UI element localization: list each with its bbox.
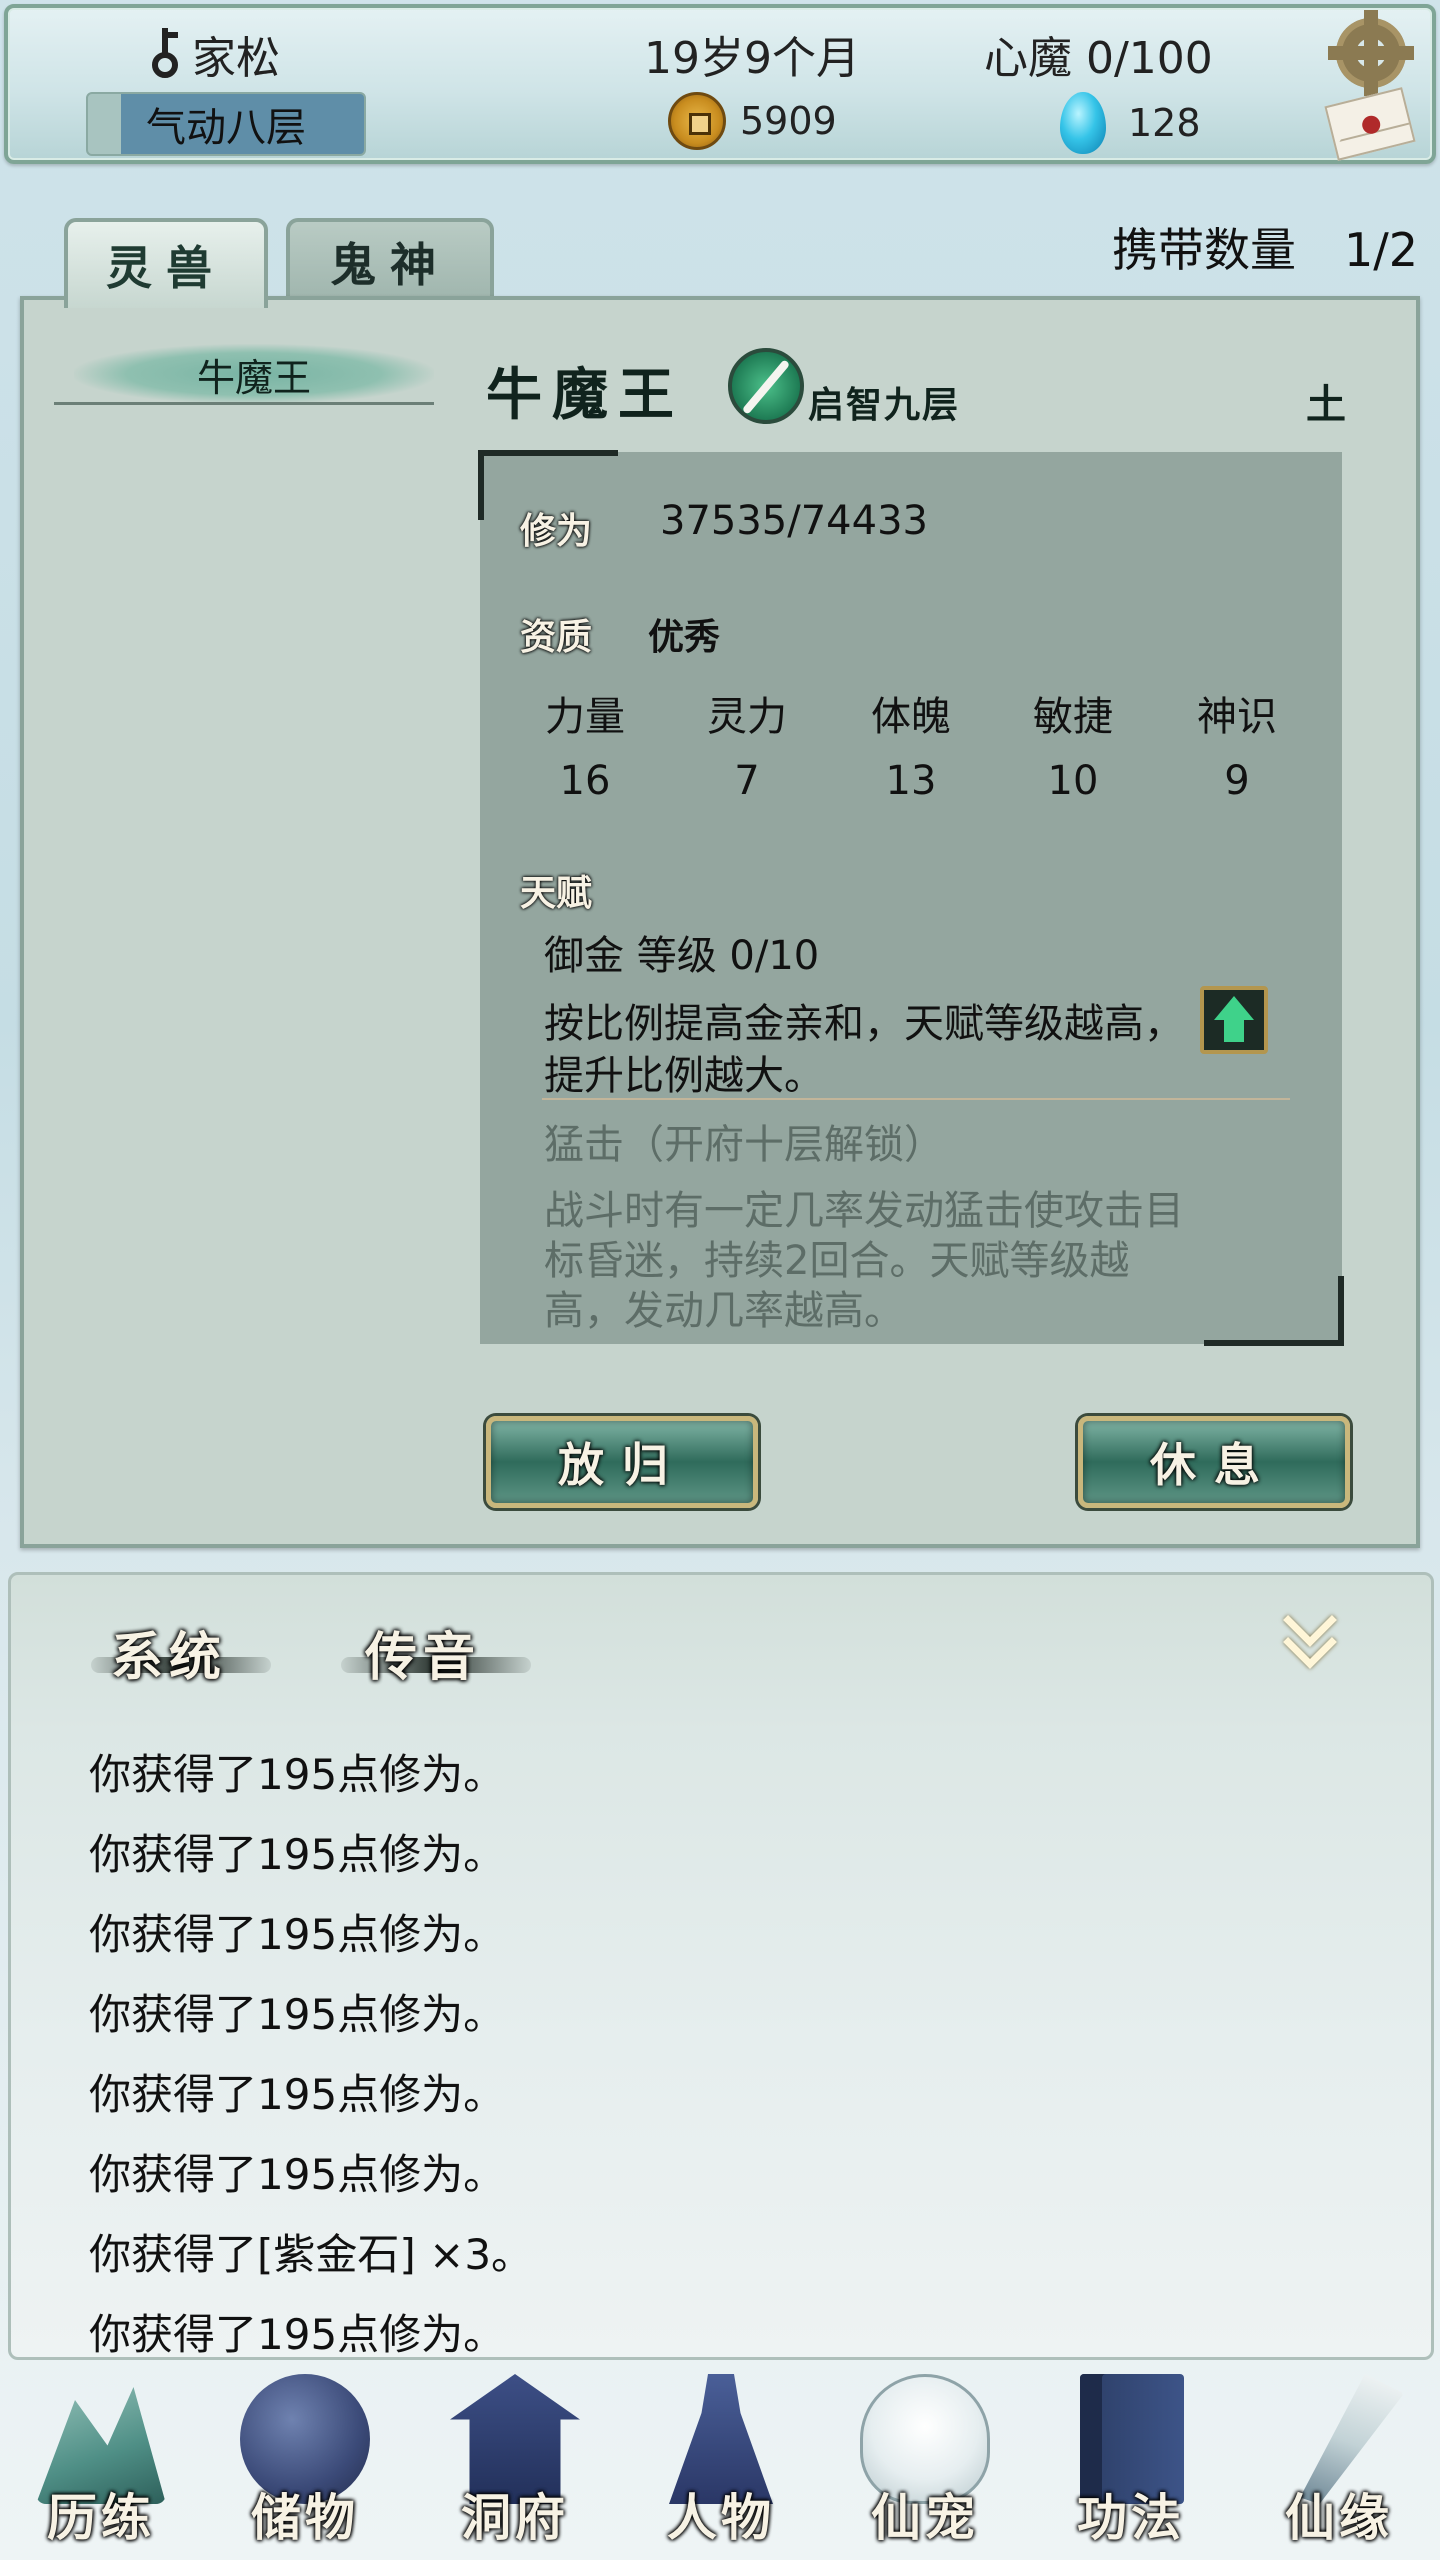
nav-label: 储物	[251, 2488, 359, 2547]
player-name: 家松	[192, 33, 280, 84]
nav-training[interactable]: 历练	[6, 2360, 196, 2560]
carry-label: 携带数量	[1111, 223, 1296, 277]
chat-line: 你获得了195点修为。	[89, 1990, 506, 2039]
chat-line: 你获得了[紫金石] ×3。	[89, 2230, 534, 2279]
chat-line: 你获得了195点修为。	[89, 1830, 506, 1879]
chat-line: 你获得了195点修为。	[89, 1750, 506, 1799]
settings-gear-icon[interactable]	[1328, 10, 1414, 96]
stat-name-spirit: 灵力	[707, 694, 787, 740]
talent-upgrade-arrow-icon[interactable]	[1200, 986, 1268, 1054]
nav-label: 仙缘	[1285, 2488, 1393, 2547]
key-icon	[148, 26, 182, 82]
pet-element: 土	[1306, 381, 1346, 428]
talent-label: 天赋	[520, 872, 593, 914]
rename-brush-icon[interactable]	[728, 348, 804, 424]
pet-list-name: 牛魔王	[196, 355, 311, 400]
chat-line: 你获得了195点修为。	[89, 2150, 506, 2199]
gem-count: 128	[1128, 101, 1201, 145]
stat-name-strength: 力量	[545, 694, 625, 740]
chat-log: 你获得了195点修为。 你获得了195点修为。 你获得了195点修为。 你获得了…	[89, 1735, 533, 2375]
talent-divider	[542, 1098, 1290, 1100]
pet-list-divider	[54, 402, 434, 405]
talent-2-title: 猛击（开府十层解锁）	[544, 1122, 944, 1168]
nav-fortune[interactable]: 仙缘	[1244, 2360, 1434, 2560]
nav-label: 功法	[1077, 2488, 1185, 2547]
talent-1-title: 御金 等级 0/10	[544, 933, 820, 979]
tab-spirit-beast[interactable]: 灵兽	[64, 218, 268, 308]
bottom-nav: 历练 储物 洞府 人物 仙宠 功法 仙缘	[0, 2360, 1440, 2560]
release-button[interactable]: 放归	[486, 1416, 758, 1508]
nav-techniques[interactable]: 功法	[1036, 2360, 1226, 2560]
chat-line: 你获得了195点修为。	[89, 1910, 506, 1959]
pet-name: 牛魔王	[486, 362, 684, 428]
aptitude-label: 资质	[520, 616, 593, 658]
player-age: 19岁9个月	[644, 33, 860, 84]
nav-cave-abode[interactable]: 洞府	[420, 2360, 610, 2560]
stat-value-physique: 13	[885, 758, 937, 804]
nav-label: 洞府	[461, 2488, 569, 2547]
nav-label: 仙宠	[871, 2488, 979, 2547]
frame-corner-bottom-right	[1204, 1276, 1344, 1346]
chat-panel: 系统 传音 你获得了195点修为。 你获得了195点修为。 你获得了195点修为…	[8, 1572, 1434, 2360]
aptitude-value: 优秀	[648, 616, 721, 658]
rest-button[interactable]: 休息	[1078, 1416, 1350, 1508]
cultivation-label: 修为	[520, 510, 593, 552]
nav-character[interactable]: 人物	[626, 2360, 816, 2560]
stat-value-divine-sense: 9	[1224, 758, 1250, 804]
gem-display: 128	[1060, 92, 1201, 154]
spirit-gem-icon	[1060, 92, 1106, 154]
double-chevron-down-icon[interactable]	[1283, 1593, 1337, 1669]
player-realm-bar: 气动八层	[86, 92, 366, 156]
mail-icon[interactable]	[1324, 87, 1416, 161]
talent-2-desc: 战斗时有一定几率发动猛击使攻击目标昏迷，持续2回合。天赋等级越高，发动几率越高。	[544, 1188, 1184, 1334]
stat-value-spirit: 7	[734, 758, 760, 804]
pet-list-item[interactable]: 牛魔王	[74, 344, 434, 404]
nav-spirit-pet[interactable]: 仙宠	[830, 2360, 1020, 2560]
stat-value-agility: 10	[1047, 758, 1099, 804]
stat-name-divine-sense: 神识	[1197, 694, 1277, 740]
chat-line: 你获得了195点修为。	[89, 2070, 506, 2119]
player-info: 家松	[148, 22, 280, 86]
pet-panel: 牛魔王 牛魔王 启智九层 土 修为 37535/74433 资质 优秀 力量 灵…	[20, 296, 1420, 1548]
nav-label: 人物	[667, 2488, 775, 2547]
pet-info-box: 修为 37535/74433 资质 优秀 力量 灵力 体魄 敏捷 神识 16 7…	[478, 450, 1344, 1346]
chat-tab-message[interactable]: 传音	[365, 1615, 481, 1690]
chat-tab-system[interactable]: 系统	[111, 1615, 227, 1690]
cultivation-value: 37535/74433	[660, 498, 928, 544]
coin-count: 5909	[740, 99, 837, 143]
stat-name-physique: 体魄	[871, 694, 951, 740]
pet-realm: 启智九层	[808, 384, 961, 426]
coin-icon	[668, 92, 726, 150]
status-header: 家松 气动八层 19岁9个月 5909 心魔 0/100 128	[4, 4, 1436, 164]
nav-label: 历练	[47, 2488, 155, 2547]
stat-name-agility: 敏捷	[1033, 694, 1113, 740]
carry-count: 携带数量 1/2	[1112, 214, 1418, 280]
coin-display: 5909	[668, 92, 837, 150]
talent-1-desc: 按比例提高金亲和，天赋等级越高，提升比例越大。	[544, 1001, 1184, 1099]
stat-value-strength: 16	[559, 758, 611, 804]
carry-value: 1/2	[1343, 223, 1418, 277]
inner-demon: 心魔 0/100	[984, 33, 1213, 84]
nav-storage[interactable]: 储物	[210, 2360, 400, 2560]
tab-ghost-god[interactable]: 鬼神	[286, 218, 494, 302]
player-realm: 气动八层	[146, 105, 306, 151]
